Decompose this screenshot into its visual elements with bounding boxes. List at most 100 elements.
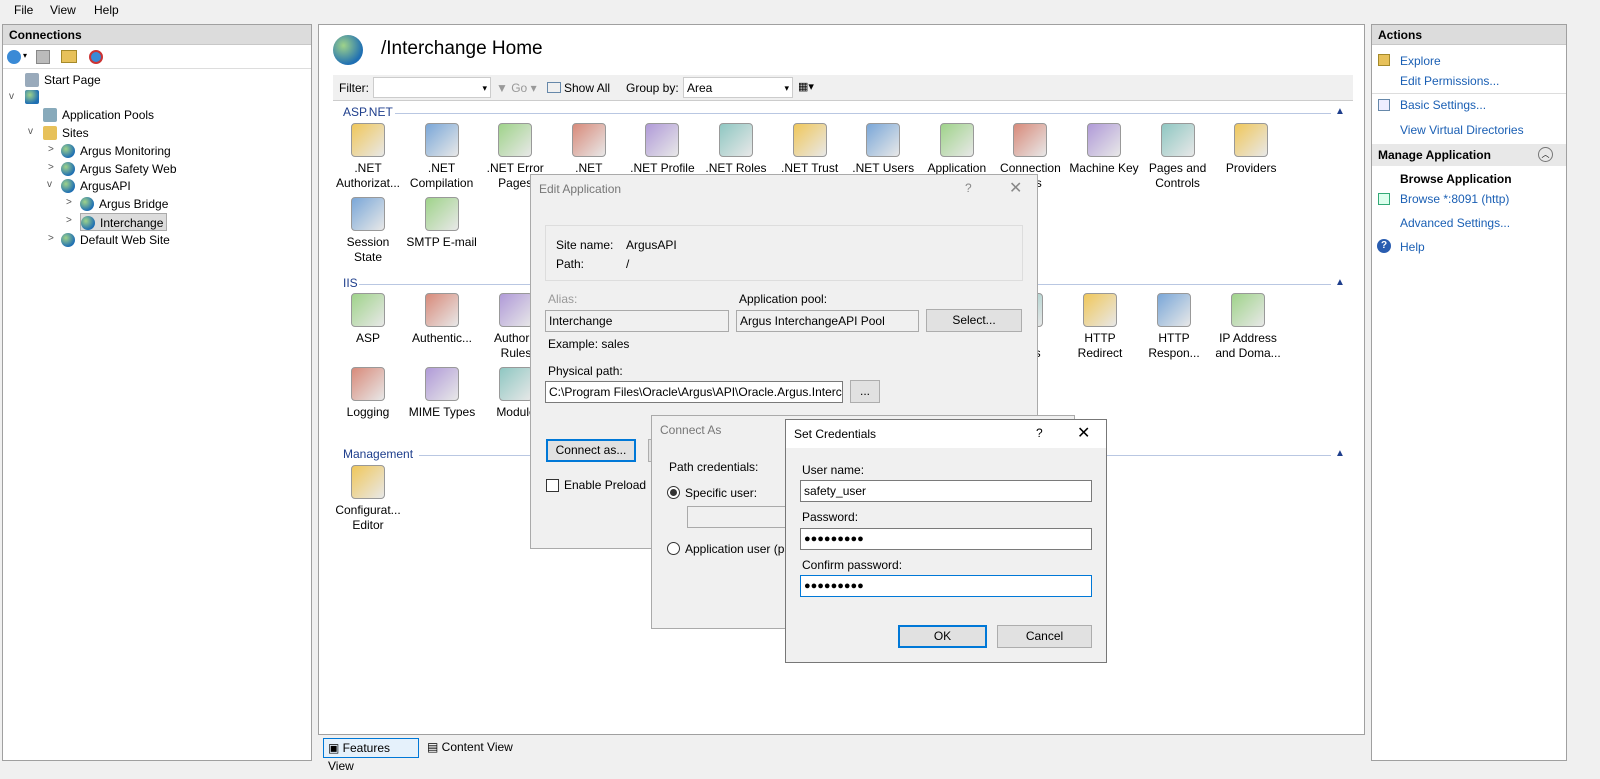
physical-path-field[interactable]: C:\Program Files\Oracle\Argus\API\Oracle… bbox=[545, 381, 843, 403]
tree-argus-monitoring[interactable]: Argus Monitoring bbox=[61, 142, 171, 160]
feature-item[interactable]: Pages and Controls bbox=[1141, 123, 1215, 191]
feature-icon bbox=[792, 123, 827, 157]
tree-label: Start Page bbox=[44, 73, 101, 87]
feature-item[interactable]: MIME Types bbox=[405, 367, 479, 420]
enable-preload-checkbox[interactable] bbox=[546, 479, 559, 492]
filter-input[interactable]: ▾ bbox=[373, 77, 491, 98]
ok-button[interactable]: OK bbox=[898, 625, 987, 648]
tree-argus-safety-web[interactable]: Argus Safety Web bbox=[61, 160, 177, 178]
edit-permissions-link[interactable]: Edit Permissions... bbox=[1400, 74, 1499, 88]
feature-item[interactable]: Configurat... Editor bbox=[331, 465, 405, 533]
save-icon[interactable] bbox=[36, 50, 50, 64]
select-button[interactable]: Select... bbox=[926, 309, 1022, 332]
dropdown-arrow-icon[interactable]: ▾ bbox=[23, 51, 27, 60]
collapse-chevron-icon[interactable]: v bbox=[9, 91, 14, 102]
menu-view[interactable]: View bbox=[50, 3, 76, 17]
view-mode-icon[interactable]: ▦▾ bbox=[798, 80, 814, 93]
basic-settings-link[interactable]: Basic Settings... bbox=[1400, 98, 1486, 112]
tree-label: Interchange bbox=[100, 216, 164, 230]
feature-item[interactable]: SMTP E-mail bbox=[405, 197, 479, 250]
expand-chevron-icon[interactable]: > bbox=[66, 197, 72, 208]
advanced-settings-link[interactable]: Advanced Settings... bbox=[1400, 216, 1510, 230]
tab-features-view[interactable]: ▣ Features View bbox=[323, 738, 419, 773]
feature-item[interactable]: .NET Compilation bbox=[405, 123, 479, 191]
feature-label: Logging bbox=[346, 405, 390, 419]
disconnect-icon[interactable] bbox=[89, 50, 103, 64]
help-button[interactable]: ? bbox=[1036, 426, 1043, 440]
tree-app-pools[interactable]: Application Pools bbox=[43, 106, 154, 124]
feature-item[interactable]: .NET Trust bbox=[773, 123, 847, 176]
explore-link[interactable]: Explore bbox=[1400, 54, 1441, 68]
section-iis[interactable]: IIS bbox=[343, 276, 358, 290]
tree-start-page[interactable]: Start Page bbox=[25, 71, 101, 89]
feature-label: Authentic... bbox=[411, 331, 473, 345]
feature-item[interactable]: HTTP Redirect bbox=[1063, 293, 1137, 361]
connect-as-button[interactable]: Connect as... bbox=[546, 439, 636, 462]
enable-preload-label: Enable Preload bbox=[564, 478, 647, 492]
go-button[interactable]: ▼ Go ▾ bbox=[496, 81, 537, 95]
help-button[interactable]: ? bbox=[965, 181, 972, 195]
tree-server[interactable] bbox=[25, 88, 44, 106]
feature-item[interactable]: .NET bbox=[552, 123, 626, 176]
specific-user-label: Specific user: bbox=[685, 486, 758, 500]
feature-item[interactable]: .NET Roles bbox=[699, 123, 773, 176]
collapse-section-icon[interactable]: ▲ bbox=[1335, 277, 1345, 288]
tree-argusapi[interactable]: ArgusAPI bbox=[61, 177, 131, 195]
browse-path-button[interactable]: ... bbox=[850, 380, 880, 403]
collapse-section-icon[interactable]: ︿ bbox=[1538, 147, 1553, 162]
section-aspnet[interactable]: ASP.NET bbox=[343, 105, 393, 119]
collapse-section-icon[interactable]: ▲ bbox=[1335, 106, 1345, 117]
close-icon[interactable]: ✕ bbox=[1009, 178, 1022, 198]
password-field[interactable]: ●●●●●●●●● bbox=[800, 528, 1092, 550]
collapse-chevron-icon[interactable]: v bbox=[47, 179, 52, 190]
feature-item[interactable]: IP Address and Doma... bbox=[1211, 293, 1285, 361]
section-management[interactable]: Management bbox=[343, 447, 413, 461]
collapse-section-icon[interactable]: ▲ bbox=[1335, 448, 1345, 459]
specific-user-radio[interactable] bbox=[667, 486, 680, 499]
group-by-select[interactable]: Area ▾ bbox=[683, 77, 793, 98]
help-link[interactable]: Help bbox=[1400, 240, 1425, 254]
application-user-radio[interactable] bbox=[667, 542, 680, 555]
feature-item[interactable]: Logging bbox=[331, 367, 405, 420]
expand-chevron-icon[interactable]: > bbox=[48, 144, 54, 155]
cancel-button[interactable]: Cancel bbox=[997, 625, 1092, 648]
feature-item[interactable]: .NET Users bbox=[846, 123, 920, 176]
feature-item[interactable]: Providers bbox=[1214, 123, 1288, 176]
tree-argus-bridge[interactable]: Argus Bridge bbox=[80, 195, 168, 213]
view-virtual-dirs-link[interactable]: View Virtual Directories bbox=[1400, 123, 1524, 137]
tree-default-web-site[interactable]: Default Web Site bbox=[61, 231, 170, 249]
close-icon[interactable]: ✕ bbox=[1077, 423, 1090, 443]
feature-item[interactable]: Machine Key bbox=[1067, 123, 1141, 176]
feature-item[interactable]: HTTP Respon... bbox=[1137, 293, 1211, 361]
expand-chevron-icon[interactable]: > bbox=[48, 233, 54, 244]
feature-item[interactable]: .NET Profile bbox=[625, 123, 699, 176]
tree-label: ArgusAPI bbox=[80, 179, 131, 193]
tree-sites[interactable]: Sites bbox=[43, 124, 89, 142]
username-field[interactable]: safety_user bbox=[800, 480, 1092, 502]
connect-globe-icon[interactable] bbox=[7, 50, 21, 64]
alias-field[interactable]: Interchange bbox=[545, 310, 729, 332]
expand-chevron-icon[interactable]: > bbox=[66, 215, 72, 226]
menu-file[interactable]: File bbox=[14, 3, 33, 17]
actions-title: Actions bbox=[1372, 25, 1566, 45]
feature-icon bbox=[1013, 123, 1048, 157]
show-all-button[interactable]: Show All bbox=[547, 81, 610, 95]
feature-item[interactable]: Application bbox=[920, 123, 994, 176]
tab-content-view[interactable]: ▤ Content View bbox=[423, 738, 519, 758]
feature-item[interactable]: .NET Authorizat... bbox=[331, 123, 405, 191]
confirm-password-field[interactable]: ●●●●●●●●● bbox=[800, 575, 1092, 597]
expand-chevron-icon[interactable]: > bbox=[48, 162, 54, 173]
app-pool-label: Application pool: bbox=[739, 292, 828, 306]
feature-item[interactable]: ASP bbox=[331, 293, 405, 346]
collapse-chevron-icon[interactable]: v bbox=[28, 126, 33, 137]
tree-interchange[interactable]: Interchange bbox=[80, 213, 168, 231]
start-page-icon bbox=[25, 73, 39, 87]
menu-help[interactable]: Help bbox=[94, 3, 119, 17]
features-view-icon: ▣ bbox=[328, 741, 343, 755]
tree-label: Sites bbox=[62, 126, 89, 140]
feature-item[interactable]: Authentic... bbox=[405, 293, 479, 346]
folder-up-icon[interactable] bbox=[61, 50, 77, 63]
browse-8091-link[interactable]: Browse *:8091 (http) bbox=[1400, 192, 1509, 206]
feature-item[interactable]: Session State bbox=[331, 197, 405, 265]
feature-label: Pages and bbox=[1148, 161, 1207, 175]
